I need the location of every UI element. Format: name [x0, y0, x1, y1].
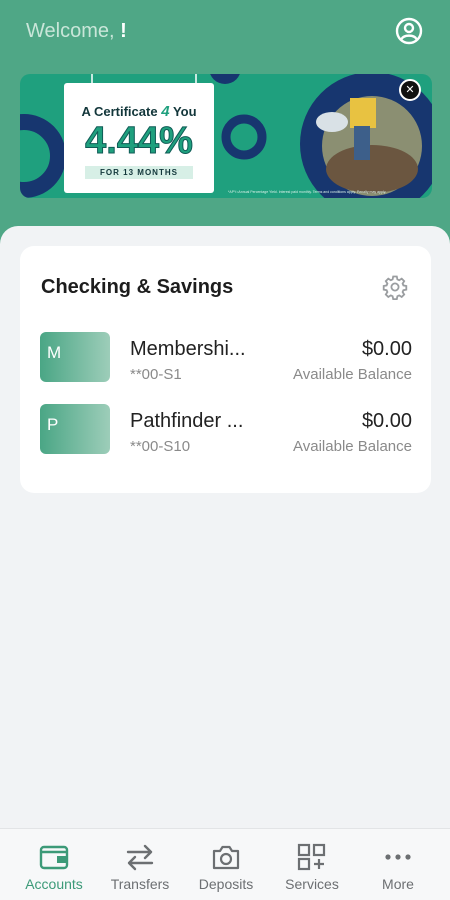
certificate-offer-card: A Certificate 4 You 4.44% FOR 13 MONTHS: [64, 83, 214, 193]
account-name: Membershi...: [130, 338, 246, 360]
banner-fine-print: *APY=Annual Percentage Yield. Interest p…: [228, 190, 387, 194]
user-name: !: [120, 20, 127, 42]
account-tile: M: [40, 332, 110, 382]
gear-icon[interactable]: [382, 274, 408, 300]
nav-more[interactable]: More: [353, 829, 443, 900]
welcome-message: Welcome, !: [26, 20, 127, 43]
more-dots-icon: [385, 854, 411, 860]
nav-accounts[interactable]: Accounts: [9, 829, 99, 900]
bottom-nav: Accounts Transfers Deposits Services Mor…: [0, 828, 450, 900]
welcome-text: Welcome,: [26, 20, 115, 42]
wallet-icon: [39, 845, 69, 870]
promo-banner[interactable]: A Certificate 4 You 4.44% FOR 13 MONTHS …: [20, 74, 432, 198]
user-circle-icon[interactable]: [394, 16, 424, 46]
camera-icon: [212, 845, 240, 870]
account-number: **00-S1: [130, 366, 182, 383]
card-title: Checking & Savings: [41, 276, 234, 298]
account-initial: M: [47, 343, 62, 362]
transfer-arrows-icon: [126, 844, 154, 871]
certificate-rate: 4.44%: [85, 120, 194, 163]
account-tile: P: [40, 404, 110, 454]
account-row[interactable]: M Membershi... **00-S1 $0.00 Available B…: [40, 332, 412, 386]
certificate-title-post: You: [172, 104, 197, 119]
grid-plus-icon: [297, 843, 326, 871]
nav-deposits[interactable]: Deposits: [181, 829, 271, 900]
nav-label: Deposits: [198, 876, 254, 892]
nav-label: Accounts: [25, 876, 83, 892]
certificate-title: A Certificate 4 You: [64, 103, 214, 120]
checking-savings-card: Checking & Savings M Membershi... **00-S…: [20, 246, 431, 493]
nav-services[interactable]: Services: [267, 829, 357, 900]
certificate-title-pre: A Certificate: [81, 104, 158, 119]
nav-transfers[interactable]: Transfers: [95, 829, 185, 900]
balance-label: Available Balance: [293, 366, 412, 383]
account-balance: $0.00: [361, 410, 412, 432]
account-number: **00-S10: [130, 438, 191, 455]
nav-label: More: [382, 876, 414, 892]
account-row[interactable]: P Pathfinder ... **00-S10 $0.00 Availabl…: [40, 404, 412, 458]
account-initial: P: [47, 415, 59, 434]
close-icon[interactable]: ✕: [399, 79, 421, 101]
certificate-term: FOR 13 MONTHS: [85, 166, 193, 179]
certificate-title-number: 4: [161, 103, 170, 120]
nav-label: Services: [285, 876, 339, 892]
nav-label: Transfers: [110, 876, 170, 892]
balance-label: Available Balance: [293, 438, 412, 455]
account-name: Pathfinder ...: [130, 410, 244, 432]
account-balance: $0.00: [361, 338, 412, 360]
